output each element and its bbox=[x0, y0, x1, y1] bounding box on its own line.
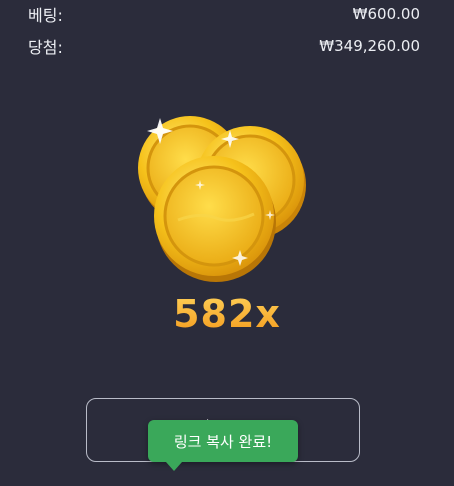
gold-coins-icon bbox=[138, 116, 306, 282]
toast-pointer bbox=[166, 462, 182, 471]
win-amount: ₩349,260.00 bbox=[319, 37, 420, 55]
win-label: 당첨: bbox=[28, 38, 63, 57]
bet-label: 베팅: bbox=[28, 6, 63, 25]
toast-notification: 링크 복사 완료! bbox=[148, 420, 298, 462]
bet-amount: ₩600.00 bbox=[352, 5, 420, 23]
multiplier-value: 582x bbox=[0, 292, 454, 336]
toast-message: 링크 복사 완료! bbox=[173, 432, 273, 451]
win-row: 당첨: ₩349,260.00 bbox=[28, 34, 420, 58]
bet-row: 베팅: ₩600.00 bbox=[28, 2, 420, 26]
coin-front bbox=[154, 156, 276, 282]
